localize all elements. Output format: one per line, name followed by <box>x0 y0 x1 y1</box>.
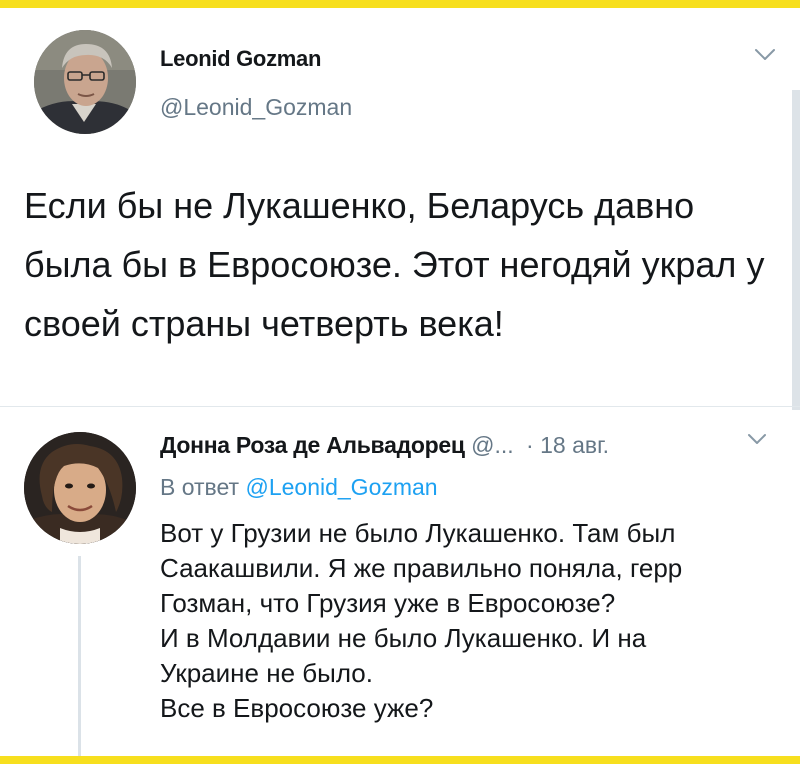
scrollbar[interactable] <box>792 90 800 410</box>
reply-text-line: Все в Евросоюзе уже? <box>160 693 434 723</box>
chevron-down-icon[interactable] <box>754 48 776 62</box>
reply-to-handle-link[interactable]: @Leonid_Gozman <box>245 474 437 500</box>
author-handle[interactable]: @Leonid_Gozman <box>160 94 352 121</box>
reply-text-line: Гозман, что Грузия уже в Евросоюзе? <box>160 588 616 618</box>
reply-text-line: Саакашвили. Я же правильно поняла, герр <box>160 553 683 583</box>
reply-text-line: Украине не было. <box>160 658 373 688</box>
chevron-down-icon[interactable] <box>747 433 767 445</box>
thread-line <box>78 556 81 756</box>
reply-to-prefix: В ответ <box>160 474 240 500</box>
reply-text: Вот у Грузии не было Лукашенко. Там был … <box>160 516 790 726</box>
divider <box>0 406 800 407</box>
tweet-screenshot-frame: Leonid Gozman @Leonid_Gozman Если бы не … <box>0 8 800 756</box>
tweet-text: Если бы не Лукашенко, Беларусь давно был… <box>24 185 765 344</box>
reply-to-line: В ответ @Leonid_Gozman <box>160 472 438 502</box>
reply-date[interactable]: 18 авг. <box>540 432 609 458</box>
reply-text-line: Вот у Грузии не было Лукашенко. Там был <box>160 518 676 548</box>
reply-author-name[interactable]: Донна Роза де Альвадорец <box>160 432 465 458</box>
reply-text-line: И в Молдавии не было Лукашенко. И на <box>160 623 647 653</box>
separator-dot: · <box>526 432 534 458</box>
reply-author-avatar[interactable] <box>24 432 136 544</box>
reply-header: Донна Роза де Альвадорец @... · 18 авг. <box>160 430 780 460</box>
author-avatar-image <box>34 30 136 134</box>
reply-avatar-image <box>24 432 136 544</box>
reply-author-handle[interactable]: @... <box>471 432 514 458</box>
author-avatar[interactable] <box>34 30 136 134</box>
author-name[interactable]: Leonid Gozman <box>160 46 321 72</box>
